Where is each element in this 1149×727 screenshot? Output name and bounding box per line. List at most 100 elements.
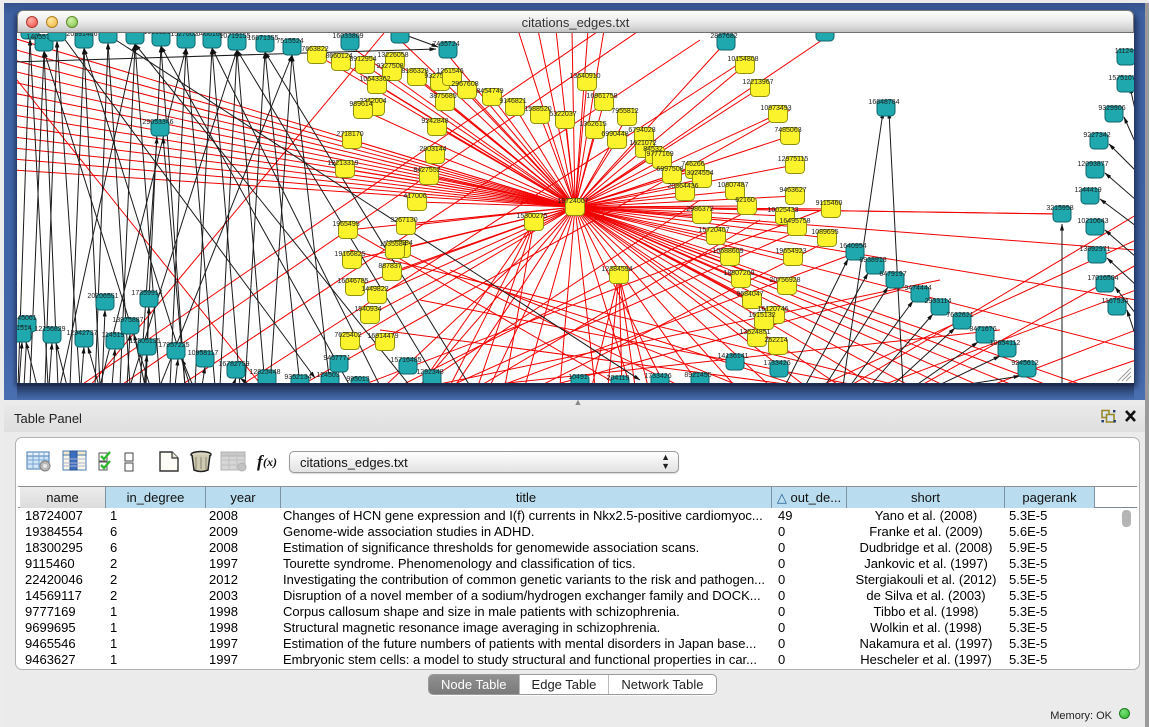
svg-text:989614: 989614 xyxy=(349,101,372,108)
svg-text:1449822: 1449822 xyxy=(361,286,388,293)
svg-text:204119: 204119 xyxy=(607,375,630,382)
svg-text:7663822: 7663822 xyxy=(301,46,328,53)
svg-text:19166825: 19166825 xyxy=(334,251,365,258)
svg-text:1167534: 1167534 xyxy=(1102,298,1129,305)
svg-text:7515524: 7515524 xyxy=(276,38,303,45)
svg-text:15751074: 15751074 xyxy=(1108,75,1134,82)
svg-text:12156829: 12156829 xyxy=(34,326,65,333)
svg-text:10958117: 10958117 xyxy=(188,350,219,357)
svg-text:887837: 887837 xyxy=(378,263,401,270)
svg-text:7625402: 7625402 xyxy=(334,332,361,339)
svg-text:1292348: 1292348 xyxy=(416,369,443,376)
svg-text:11124: 11124 xyxy=(1115,48,1134,55)
svg-text:1733426: 1733426 xyxy=(644,373,671,380)
svg-text:1261546: 1261546 xyxy=(436,68,463,75)
svg-text:17957225: 17957225 xyxy=(158,342,189,349)
svg-text:9227342: 9227342 xyxy=(1083,132,1110,139)
svg-text:16033809: 16033809 xyxy=(332,33,363,40)
svg-text:10154808: 10154808 xyxy=(727,56,758,63)
svg-text:12093877: 12093877 xyxy=(1077,161,1108,168)
svg-text:3215958: 3215958 xyxy=(1046,205,1073,212)
svg-text:16782759: 16782759 xyxy=(218,361,249,368)
svg-text:9474444: 9474444 xyxy=(904,285,931,292)
svg-text:8912954: 8912954 xyxy=(349,56,376,63)
svg-text:9245612: 9245612 xyxy=(1011,360,1038,367)
svg-text:7485063: 7485063 xyxy=(774,127,801,134)
svg-text:10210643: 10210643 xyxy=(1077,218,1108,225)
svg-text:114519: 114519 xyxy=(102,332,125,339)
svg-text:2803144: 2803144 xyxy=(419,146,446,153)
svg-text:1640954: 1640954 xyxy=(839,243,866,250)
svg-text:(x): (x) xyxy=(263,455,277,469)
svg-text:16046785: 16046785 xyxy=(337,278,368,285)
svg-text:1733426: 1733426 xyxy=(763,360,790,367)
svg-text:3024554: 3024554 xyxy=(686,170,713,177)
svg-text:1362615: 1362615 xyxy=(579,121,606,128)
svg-text:10543362: 10543362 xyxy=(359,76,390,83)
svg-text:10719155: 10719155 xyxy=(219,33,250,40)
svg-text:9457771: 9457771 xyxy=(323,355,350,362)
svg-text:1540934: 1540934 xyxy=(354,306,381,313)
svg-text:12213967: 12213967 xyxy=(742,79,773,86)
svg-text:8454749: 8454749 xyxy=(476,88,503,95)
svg-text:1965495: 1965495 xyxy=(332,221,359,228)
svg-text:845061: 845061 xyxy=(17,315,37,322)
svg-text:20691406: 20691406 xyxy=(66,33,97,38)
svg-text:9352134: 9352134 xyxy=(284,374,311,381)
svg-text:12384594: 12384594 xyxy=(601,266,632,273)
svg-text:16648784: 16648784 xyxy=(868,99,899,106)
svg-text:13524851: 13524851 xyxy=(739,329,770,336)
svg-text:62160: 62160 xyxy=(735,197,755,204)
svg-text:2887682: 2887682 xyxy=(710,33,737,40)
svg-text:16961758: 16961758 xyxy=(586,93,617,100)
svg-text:10807487: 10807487 xyxy=(717,182,748,189)
svg-text:16914479: 16914479 xyxy=(367,333,398,340)
svg-text:17359914: 17359914 xyxy=(131,290,162,297)
svg-text:20756928: 20756928 xyxy=(769,277,800,284)
svg-text:9329906: 9329906 xyxy=(1098,105,1125,112)
svg-text:12942737: 12942737 xyxy=(66,330,97,337)
svg-text:6794028: 6794028 xyxy=(628,127,655,134)
svg-text:18807209: 18807209 xyxy=(723,270,754,277)
svg-text:10688609: 10688609 xyxy=(712,248,743,255)
svg-text:9242848: 9242848 xyxy=(421,118,448,125)
svg-text:20206551: 20206551 xyxy=(87,293,118,300)
svg-text:7955812: 7955812 xyxy=(611,108,638,115)
svg-text:7435724: 7435724 xyxy=(432,41,459,48)
svg-text:14136141: 14136141 xyxy=(717,353,748,360)
svg-text:3267130: 3267130 xyxy=(390,217,417,224)
svg-text:8938918: 8938918 xyxy=(859,257,886,264)
svg-text:252214: 252214 xyxy=(764,337,787,344)
svg-text:13226058: 13226058 xyxy=(377,52,408,59)
svg-text:16495758: 16495758 xyxy=(779,218,810,225)
svg-text:12975115: 12975115 xyxy=(778,156,809,163)
svg-text:17016504: 17016504 xyxy=(1087,275,1118,282)
svg-text:16671355: 16671355 xyxy=(247,35,278,42)
svg-text:3875685: 3875685 xyxy=(429,93,456,100)
svg-text:13640910: 13640910 xyxy=(569,73,600,80)
svg-text:10654112: 10654112 xyxy=(990,340,1021,347)
svg-text:6479197: 6479197 xyxy=(879,271,906,278)
svg-text:1527602: 1527602 xyxy=(170,33,197,38)
svg-text:417006: 417006 xyxy=(403,193,426,200)
svg-text:8471676: 8471676 xyxy=(969,326,996,333)
svg-text:15720407: 15720407 xyxy=(698,227,729,234)
svg-text:2967608: 2967608 xyxy=(451,81,478,88)
svg-text:6897508: 6897508 xyxy=(656,166,683,173)
svg-text:1244419: 1244419 xyxy=(1074,187,1101,194)
svg-text:9684047: 9684047 xyxy=(736,291,763,298)
svg-text:12213319: 12213319 xyxy=(327,160,358,167)
svg-text:10491: 10491 xyxy=(568,374,588,381)
svg-text:6990448: 6990448 xyxy=(601,131,628,138)
svg-text:9115460: 9115460 xyxy=(816,200,843,207)
svg-text:19724007: 19724007 xyxy=(557,198,588,205)
svg-text:1089695: 1089695 xyxy=(811,229,838,236)
svg-text:12823448: 12823448 xyxy=(249,369,280,376)
svg-text:1615132: 1615132 xyxy=(748,312,775,319)
svg-text:10973493: 10973493 xyxy=(760,105,791,112)
svg-text:8921455: 8921455 xyxy=(684,372,711,379)
svg-text:2986372: 2986372 xyxy=(686,206,713,213)
svg-text:1588520: 1588520 xyxy=(524,106,551,113)
svg-text:2718170: 2718170 xyxy=(336,131,363,138)
svg-text:7632621: 7632621 xyxy=(946,312,973,319)
